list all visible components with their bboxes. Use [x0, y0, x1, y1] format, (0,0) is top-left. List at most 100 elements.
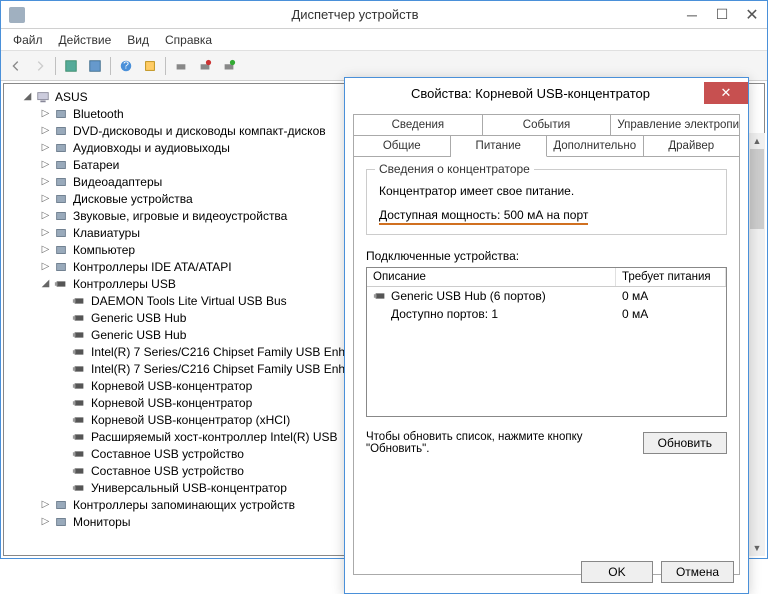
- device-icon: [53, 140, 69, 156]
- device-icon: [53, 208, 69, 224]
- expand-icon[interactable]: ▷: [40, 227, 51, 238]
- device-icon: [53, 497, 69, 513]
- tabs-row-1: Сведения События Управление электропитан…: [353, 114, 740, 136]
- connected-devices-label: Подключенные устройства:: [366, 249, 727, 263]
- expand-icon[interactable]: [58, 448, 69, 459]
- scroll-up-icon[interactable]: ▲: [749, 133, 765, 149]
- tabs-row-2: Общие Питание Дополнительно Драйвер: [353, 135, 740, 157]
- toolbar-icon[interactable]: [194, 55, 216, 77]
- maximize-button[interactable]: ☐: [707, 4, 737, 26]
- tab-general[interactable]: Общие: [353, 135, 451, 157]
- device-icon: [71, 395, 87, 411]
- expand-icon[interactable]: ▷: [40, 125, 51, 136]
- expand-icon[interactable]: [58, 482, 69, 493]
- expand-icon[interactable]: ▷: [40, 193, 51, 204]
- col-power-required[interactable]: Требует питания: [616, 268, 726, 286]
- tab-power-management[interactable]: Управление электропитанием: [611, 114, 740, 136]
- expand-icon[interactable]: [58, 329, 69, 340]
- dialog-titlebar: Свойства: Корневой USB-концентратор ✕: [345, 78, 748, 108]
- minimize-button[interactable]: ─: [677, 4, 707, 26]
- devices-table[interactable]: Описание Требует питания Generic USB Hub…: [366, 267, 727, 417]
- collapse-icon[interactable]: ◢: [40, 278, 51, 289]
- col-description[interactable]: Описание: [367, 268, 616, 286]
- expand-icon[interactable]: [58, 465, 69, 476]
- device-icon: [53, 259, 69, 275]
- tab-content: Сведения о концентраторе Концентратор им…: [353, 157, 740, 575]
- table-row[interactable]: Generic USB Hub (6 портов) 0 мА: [367, 287, 726, 305]
- expand-icon[interactable]: ▷: [40, 499, 51, 510]
- menu-file[interactable]: Файл: [5, 31, 51, 49]
- expand-icon[interactable]: [58, 295, 69, 306]
- properties-dialog: Свойства: Корневой USB-концентратор ✕ Св…: [344, 77, 749, 594]
- toolbar-icon[interactable]: [84, 55, 106, 77]
- cancel-button[interactable]: Отмена: [661, 561, 734, 583]
- expand-icon[interactable]: ▷: [40, 261, 51, 272]
- expand-icon[interactable]: [58, 431, 69, 442]
- expand-icon[interactable]: [58, 312, 69, 323]
- vertical-scrollbar[interactable]: ▲ ▼: [749, 133, 765, 556]
- usb-icon: [373, 289, 387, 303]
- collapse-icon[interactable]: ◢: [22, 91, 33, 102]
- svg-text:?: ?: [123, 59, 129, 71]
- expand-icon[interactable]: ▷: [40, 159, 51, 170]
- ok-button[interactable]: OK: [581, 561, 653, 583]
- expand-icon[interactable]: [58, 363, 69, 374]
- device-icon: [53, 514, 69, 530]
- dialog-close-button[interactable]: ✕: [704, 82, 748, 104]
- device-icon: [71, 429, 87, 445]
- device-icon: [71, 310, 87, 326]
- expand-icon[interactable]: [58, 414, 69, 425]
- device-icon: [71, 293, 87, 309]
- fieldset-legend: Сведения о концентраторе: [375, 162, 534, 176]
- help-icon[interactable]: ?: [115, 55, 137, 77]
- device-icon: [71, 327, 87, 343]
- refresh-button[interactable]: Обновить: [643, 432, 727, 454]
- device-icon: [71, 463, 87, 479]
- expand-icon[interactable]: ▷: [40, 244, 51, 255]
- device-icon: [71, 344, 87, 360]
- toolbar-icon[interactable]: [60, 55, 82, 77]
- computer-icon: [35, 89, 51, 105]
- expand-icon[interactable]: ▷: [40, 516, 51, 527]
- device-icon: [53, 157, 69, 173]
- close-button[interactable]: ✕: [737, 4, 767, 26]
- menu-action[interactable]: Действие: [51, 31, 120, 49]
- available-power-text: Доступная мощность: 500 мА на порт: [379, 208, 588, 225]
- dialog-title: Свойства: Корневой USB-концентратор: [357, 86, 704, 101]
- scan-hardware-icon[interactable]: [170, 55, 192, 77]
- expand-icon[interactable]: ▷: [40, 210, 51, 221]
- toolbar-icon[interactable]: [218, 55, 240, 77]
- menu-bar: Файл Действие Вид Справка: [1, 29, 767, 51]
- menu-view[interactable]: Вид: [119, 31, 157, 49]
- device-icon: [71, 361, 87, 377]
- toolbar-icon[interactable]: [139, 55, 161, 77]
- forward-button[interactable]: [29, 55, 51, 77]
- device-icon: [53, 242, 69, 258]
- tab-driver[interactable]: Драйвер: [644, 135, 741, 157]
- device-icon: [53, 225, 69, 241]
- expand-icon[interactable]: ▷: [40, 108, 51, 119]
- device-icon: [71, 378, 87, 394]
- expand-icon[interactable]: [58, 397, 69, 408]
- table-row[interactable]: Доступно портов: 1 0 мА: [367, 305, 726, 323]
- device-icon: [53, 191, 69, 207]
- tab-events[interactable]: События: [483, 114, 612, 136]
- device-icon: [53, 123, 69, 139]
- scroll-thumb[interactable]: [750, 149, 764, 229]
- tab-details[interactable]: Сведения: [353, 114, 483, 136]
- tab-advanced[interactable]: Дополнительно: [547, 135, 644, 157]
- scroll-down-icon[interactable]: ▼: [749, 540, 765, 556]
- expand-icon[interactable]: [58, 346, 69, 357]
- hub-info-fieldset: Сведения о концентраторе Концентратор им…: [366, 169, 727, 235]
- expand-icon[interactable]: ▷: [40, 142, 51, 153]
- device-icon: [71, 412, 87, 428]
- refresh-hint: Чтобы обновить список, нажмите кнопку "О…: [366, 431, 635, 455]
- back-button[interactable]: [5, 55, 27, 77]
- device-icon: [53, 106, 69, 122]
- tab-power[interactable]: Питание: [451, 135, 548, 157]
- expand-icon[interactable]: [58, 380, 69, 391]
- menu-help[interactable]: Справка: [157, 31, 220, 49]
- table-header: Описание Требует питания: [367, 268, 726, 287]
- device-icon: [53, 174, 69, 190]
- expand-icon[interactable]: ▷: [40, 176, 51, 187]
